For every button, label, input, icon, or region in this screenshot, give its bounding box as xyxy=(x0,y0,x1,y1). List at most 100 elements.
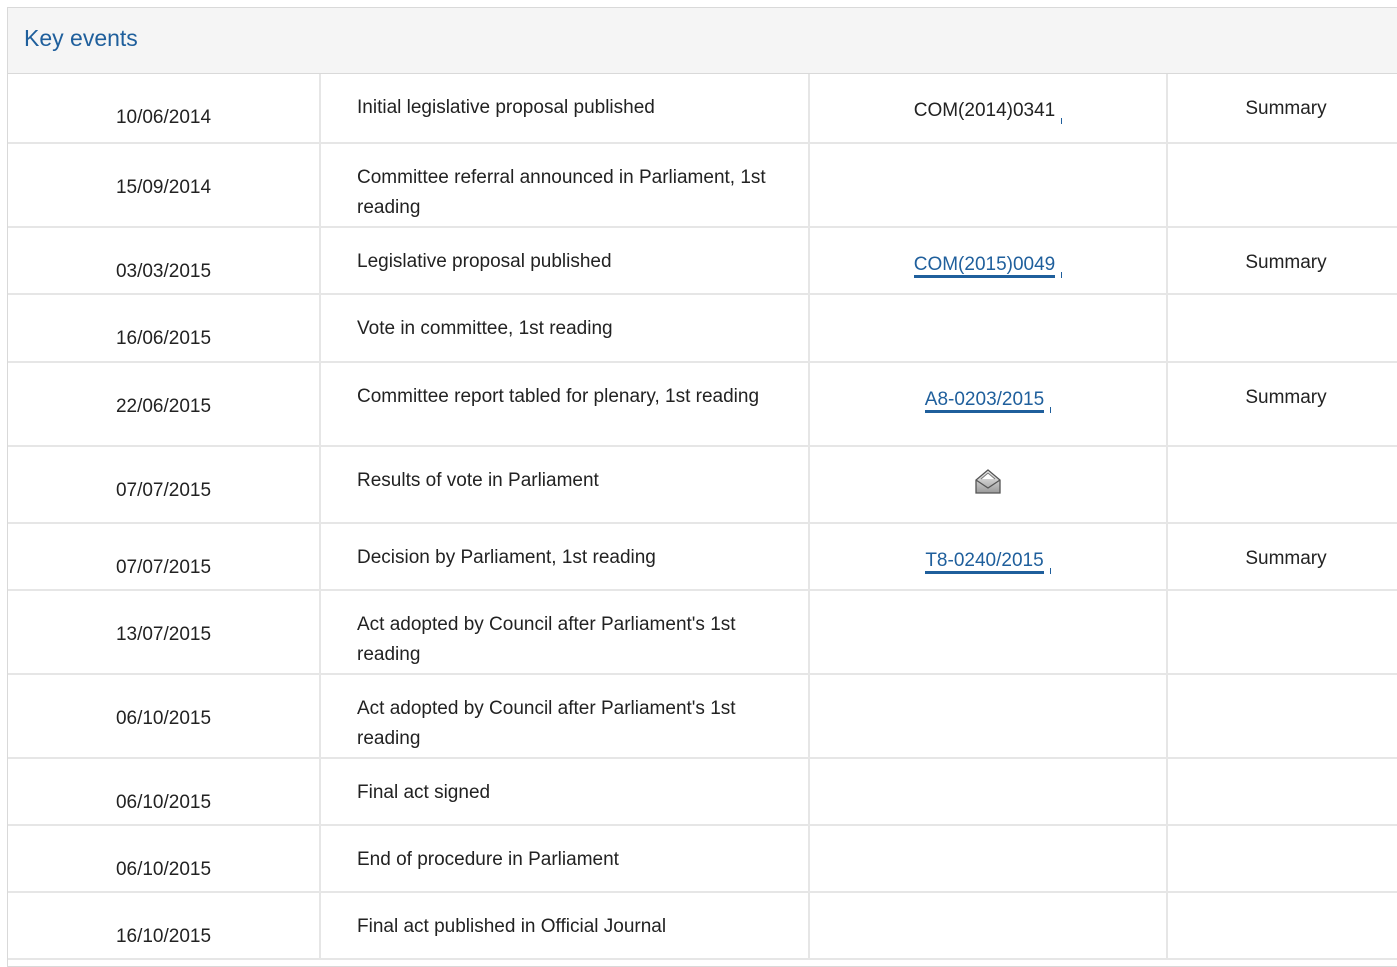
date-cell: 06/10/2015 xyxy=(8,757,321,826)
date-cell: 22/06/2015 xyxy=(8,361,321,447)
event-description: Act adopted by Council after Parliament'… xyxy=(357,614,736,665)
document-cell xyxy=(808,445,1168,524)
event-cell: Committee report tabled for plenary, 1st… xyxy=(319,361,810,447)
table-row: 06/10/2015 Final act signed xyxy=(8,757,1397,826)
event-description: Legislative proposal published xyxy=(357,251,612,272)
table-row: 15/09/2014 Committee referral announced i… xyxy=(8,142,1397,228)
summary-cell: Summary xyxy=(1166,226,1397,295)
event-date: 06/10/2015 xyxy=(115,859,212,880)
summary-cell xyxy=(1166,445,1397,524)
date-cell: 13/07/2015 xyxy=(8,589,321,675)
document-cell: COM(2014)0341 xyxy=(808,74,1168,144)
summary-cell: Summary xyxy=(1166,74,1397,144)
table-row: 07/07/2015 Decision by Parliament, 1st re… xyxy=(8,522,1397,591)
link-marker xyxy=(1061,272,1063,278)
event-date: 07/07/2015 xyxy=(115,557,212,578)
event-cell: Committee referral announced in Parliame… xyxy=(319,142,810,228)
table-row: 10/06/2014 Initial legislative proposal p… xyxy=(8,74,1397,144)
event-date: 06/10/2015 xyxy=(115,708,212,729)
summary-link[interactable]: Summary xyxy=(1168,74,1397,124)
event-cell: Act adopted by Council after Parliament'… xyxy=(319,589,810,675)
event-date: 06/10/2015 xyxy=(115,792,212,813)
event-description: Initial legislative proposal published xyxy=(357,97,655,118)
event-cell: Decision by Parliament, 1st reading xyxy=(319,522,810,591)
event-description: Final act signed xyxy=(357,782,491,803)
document-link[interactable]: COM(2015)0049 xyxy=(913,254,1056,278)
event-description: Decision by Parliament, 1st reading xyxy=(357,547,656,568)
link-marker xyxy=(1050,407,1052,413)
date-cell: 06/10/2015 xyxy=(8,824,321,893)
key-events-table: 10/06/2014 Initial legislative proposal p… xyxy=(8,74,1397,960)
event-description: Final act published in Official Journal xyxy=(357,916,667,937)
event-date: 22/06/2015 xyxy=(115,396,212,417)
table-row: 13/07/2015 Act adopted by Council after P… xyxy=(8,589,1397,675)
document-cell: A8-0203/2015 xyxy=(808,361,1168,447)
table-row: 06/10/2015 Act adopted by Council after P… xyxy=(8,673,1397,759)
event-cell: End of procedure in Parliament xyxy=(319,824,810,893)
summary-cell: Summary xyxy=(1166,361,1397,447)
event-description: Results of vote in Parliament xyxy=(357,470,599,491)
table-row: 16/10/2015 Final act published in Officia… xyxy=(8,891,1397,960)
date-cell: 06/10/2015 xyxy=(8,673,321,759)
date-cell: 15/09/2014 xyxy=(8,142,321,228)
document-cell xyxy=(808,142,1168,228)
summary-cell xyxy=(1166,142,1397,228)
date-cell: 07/07/2015 xyxy=(8,522,321,591)
table-row: 07/07/2015 Results of vote in Parliament xyxy=(8,445,1397,524)
event-date: 15/09/2014 xyxy=(115,177,212,198)
event-date: 16/06/2015 xyxy=(115,328,212,349)
event-cell: Legislative proposal published xyxy=(319,226,810,295)
event-cell: Initial legislative proposal published xyxy=(319,74,810,144)
date-cell: 03/03/2015 xyxy=(8,226,321,295)
date-cell: 16/06/2015 xyxy=(8,293,321,363)
event-date: 07/07/2015 xyxy=(115,480,212,501)
table-row: 06/10/2015 End of procedure in Parliament xyxy=(8,824,1397,893)
summary-link[interactable]: Summary xyxy=(1168,363,1397,413)
document-cell xyxy=(808,589,1168,675)
document-cell: T8-0240/2015 xyxy=(808,522,1168,591)
panel-title: Key events xyxy=(24,25,138,51)
event-cell: Results of vote in Parliament xyxy=(319,445,810,524)
document-cell xyxy=(808,673,1168,759)
panel-header: Key events xyxy=(8,8,1397,74)
link-marker xyxy=(1061,118,1063,124)
document-cell xyxy=(808,824,1168,893)
key-events-panel: Key events 10/06/2014 Initial legislative… xyxy=(7,7,1397,967)
summary-cell xyxy=(1166,824,1397,893)
event-description: Vote in committee, 1st reading xyxy=(357,318,613,339)
event-date: 16/10/2015 xyxy=(115,926,212,947)
document-reference: COM(2014)0341 xyxy=(913,100,1056,121)
event-date: 10/06/2014 xyxy=(115,107,212,128)
table-row: 16/06/2015 Vote in committee, 1st reading xyxy=(8,293,1397,363)
summary-cell: Summary xyxy=(1166,522,1397,591)
event-cell: Final act signed xyxy=(319,757,810,826)
event-description: Committee referral announced in Parliame… xyxy=(357,167,766,218)
event-date: 03/03/2015 xyxy=(115,261,212,282)
event-cell: Vote in committee, 1st reading xyxy=(319,293,810,363)
summary-cell xyxy=(1166,757,1397,826)
summary-link[interactable]: Summary xyxy=(1168,524,1397,574)
document-link[interactable]: A8-0203/2015 xyxy=(924,389,1045,413)
event-date: 13/07/2015 xyxy=(115,624,212,645)
summary-link[interactable]: Summary xyxy=(1168,228,1397,278)
document-cell xyxy=(808,891,1168,960)
date-cell: 16/10/2015 xyxy=(8,891,321,960)
date-cell: 07/07/2015 xyxy=(8,445,321,524)
event-description: Committee report tabled for plenary, 1st… xyxy=(357,386,760,407)
link-marker xyxy=(1049,568,1051,574)
summary-cell xyxy=(1166,589,1397,675)
event-cell: Act adopted by Council after Parliament'… xyxy=(319,673,810,759)
summary-cell xyxy=(1166,293,1397,363)
document-cell xyxy=(808,293,1168,363)
event-description: End of procedure in Parliament xyxy=(357,849,619,870)
summary-cell xyxy=(1166,673,1397,759)
event-description: Act adopted by Council after Parliament'… xyxy=(357,698,736,749)
event-cell: Final act published in Official Journal xyxy=(319,891,810,960)
document-cell xyxy=(808,757,1168,826)
table-row: 03/03/2015 Legislative proposal published… xyxy=(8,226,1397,295)
table-row: 22/06/2015 Committee report tabled for pl… xyxy=(8,361,1397,447)
date-cell: 10/06/2014 xyxy=(8,74,321,144)
document-link[interactable]: T8-0240/2015 xyxy=(925,550,1044,574)
ballot-box-icon[interactable] xyxy=(971,467,1005,497)
document-cell: COM(2015)0049 xyxy=(808,226,1168,295)
